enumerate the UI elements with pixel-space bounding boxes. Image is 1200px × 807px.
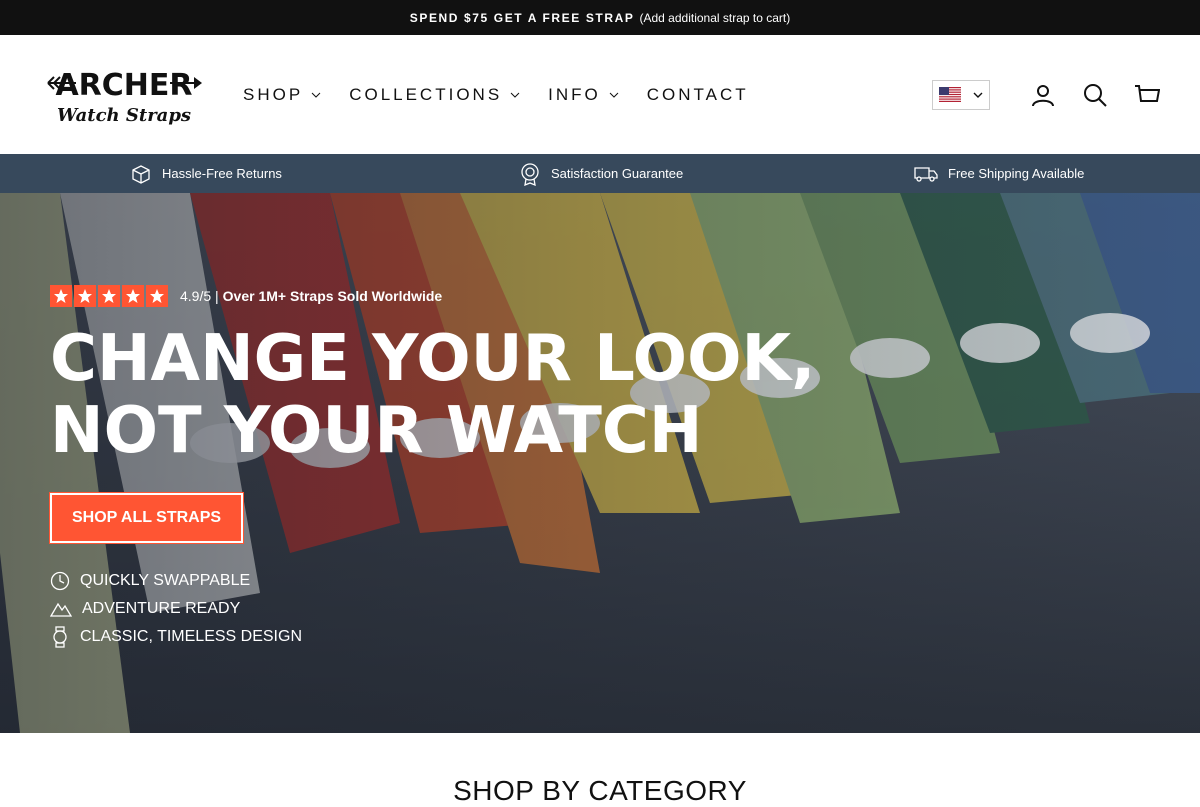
rating-row: 4.9/5 | Over 1M+ Straps Sold Worldwide bbox=[50, 285, 815, 307]
usp-guarantee-label: Satisfaction Guarantee bbox=[551, 166, 684, 181]
feature-design: CLASSIC, TIMELESS DESIGN bbox=[50, 623, 815, 651]
nav-contact-label: CONTACT bbox=[646, 84, 749, 104]
star-icon bbox=[50, 285, 72, 307]
nav-info[interactable]: INFO bbox=[548, 85, 619, 105]
award-ribbon-icon bbox=[521, 162, 539, 186]
nav-contact[interactable]: CONTACT bbox=[647, 85, 749, 105]
hero-headline: CHANGE YOUR LOOK, NOT YOUR WATCH bbox=[50, 323, 815, 467]
usp-shipping: Free Shipping Available bbox=[914, 154, 1084, 193]
return-box-icon bbox=[132, 164, 150, 184]
hero-headline-line2: NOT YOUR WATCH bbox=[50, 394, 703, 468]
brand-logo[interactable]: ARCHER Watch Straps bbox=[46, 61, 204, 127]
usp-returns: Hassle-Free Returns bbox=[130, 154, 282, 193]
section-title: SHOP BY CATEGORY bbox=[453, 775, 747, 806]
star-icon bbox=[74, 285, 96, 307]
usp-bar: Hassle-Free Returns Satisfaction Guarant… bbox=[0, 154, 1200, 193]
header-actions bbox=[932, 35, 1160, 154]
star-icon bbox=[122, 285, 144, 307]
search-icon[interactable] bbox=[1082, 82, 1108, 108]
chevron-down-icon bbox=[510, 92, 520, 98]
clock-icon bbox=[50, 571, 70, 591]
hero-banner: 4.9/5 | Over 1M+ Straps Sold Worldwide C… bbox=[0, 193, 1200, 733]
feature-adventure: ADVENTURE READY bbox=[50, 595, 815, 623]
rating-stars bbox=[50, 285, 170, 307]
locale-selector[interactable] bbox=[932, 79, 990, 110]
hero-features: QUICKLY SWAPPABLE ADVENTURE READY CLASSI… bbox=[50, 567, 815, 651]
cart-icon[interactable] bbox=[1134, 82, 1160, 108]
nav-collections[interactable]: COLLECTIONS bbox=[349, 85, 520, 105]
watch-icon bbox=[53, 626, 67, 648]
star-icon bbox=[146, 285, 168, 307]
chevron-down-icon bbox=[609, 92, 619, 98]
nav-info-label: INFO bbox=[548, 84, 601, 104]
hero-headline-line1: CHANGE YOUR LOOK, bbox=[50, 322, 816, 396]
nav-shop-label: SHOP bbox=[243, 84, 304, 104]
star-icon bbox=[98, 285, 120, 307]
flag-us-icon bbox=[939, 87, 961, 102]
feature-swappable-label: QUICKLY SWAPPABLE bbox=[80, 572, 251, 589]
usp-guarantee: Satisfaction Guarantee bbox=[519, 154, 683, 193]
delivery-truck-icon bbox=[914, 166, 938, 182]
chevron-down-icon bbox=[973, 92, 983, 98]
site-header: ARCHER Watch Straps SHOP COLLECTIONS INF… bbox=[0, 35, 1200, 154]
rating-score: 4.9/5 | bbox=[180, 288, 219, 304]
announcement-promo: SPEND $75 GET A FREE STRAP bbox=[409, 10, 635, 25]
mountain-icon bbox=[50, 602, 72, 617]
feature-swappable: QUICKLY SWAPPABLE bbox=[50, 567, 815, 595]
announcement-bar: SPEND $75 GET A FREE STRAP (Add addition… bbox=[0, 0, 1200, 35]
usp-returns-label: Hassle-Free Returns bbox=[162, 166, 282, 181]
brand-name: ARCHER bbox=[55, 68, 192, 103]
announcement-note: (Add additional strap to cart) bbox=[639, 10, 791, 25]
user-icon[interactable] bbox=[1030, 82, 1056, 108]
feature-design-label: CLASSIC, TIMELESS DESIGN bbox=[80, 628, 302, 645]
chevron-down-icon bbox=[311, 92, 321, 98]
hero-content: 4.9/5 | Over 1M+ Straps Sold Worldwide C… bbox=[48, 285, 815, 651]
nav-shop[interactable]: SHOP bbox=[243, 85, 321, 105]
brand-tagline: Watch Straps bbox=[57, 105, 191, 126]
feature-adventure-label: ADVENTURE READY bbox=[82, 600, 241, 617]
nav-collections-label: COLLECTIONS bbox=[349, 84, 503, 104]
main-nav: SHOP COLLECTIONS INFO CONTACT bbox=[243, 35, 777, 154]
shop-all-straps-button[interactable]: SHOP ALL STRAPS bbox=[48, 492, 245, 544]
usp-shipping-label: Free Shipping Available bbox=[948, 166, 1085, 181]
rating-text: Over 1M+ Straps Sold Worldwide bbox=[222, 288, 443, 304]
